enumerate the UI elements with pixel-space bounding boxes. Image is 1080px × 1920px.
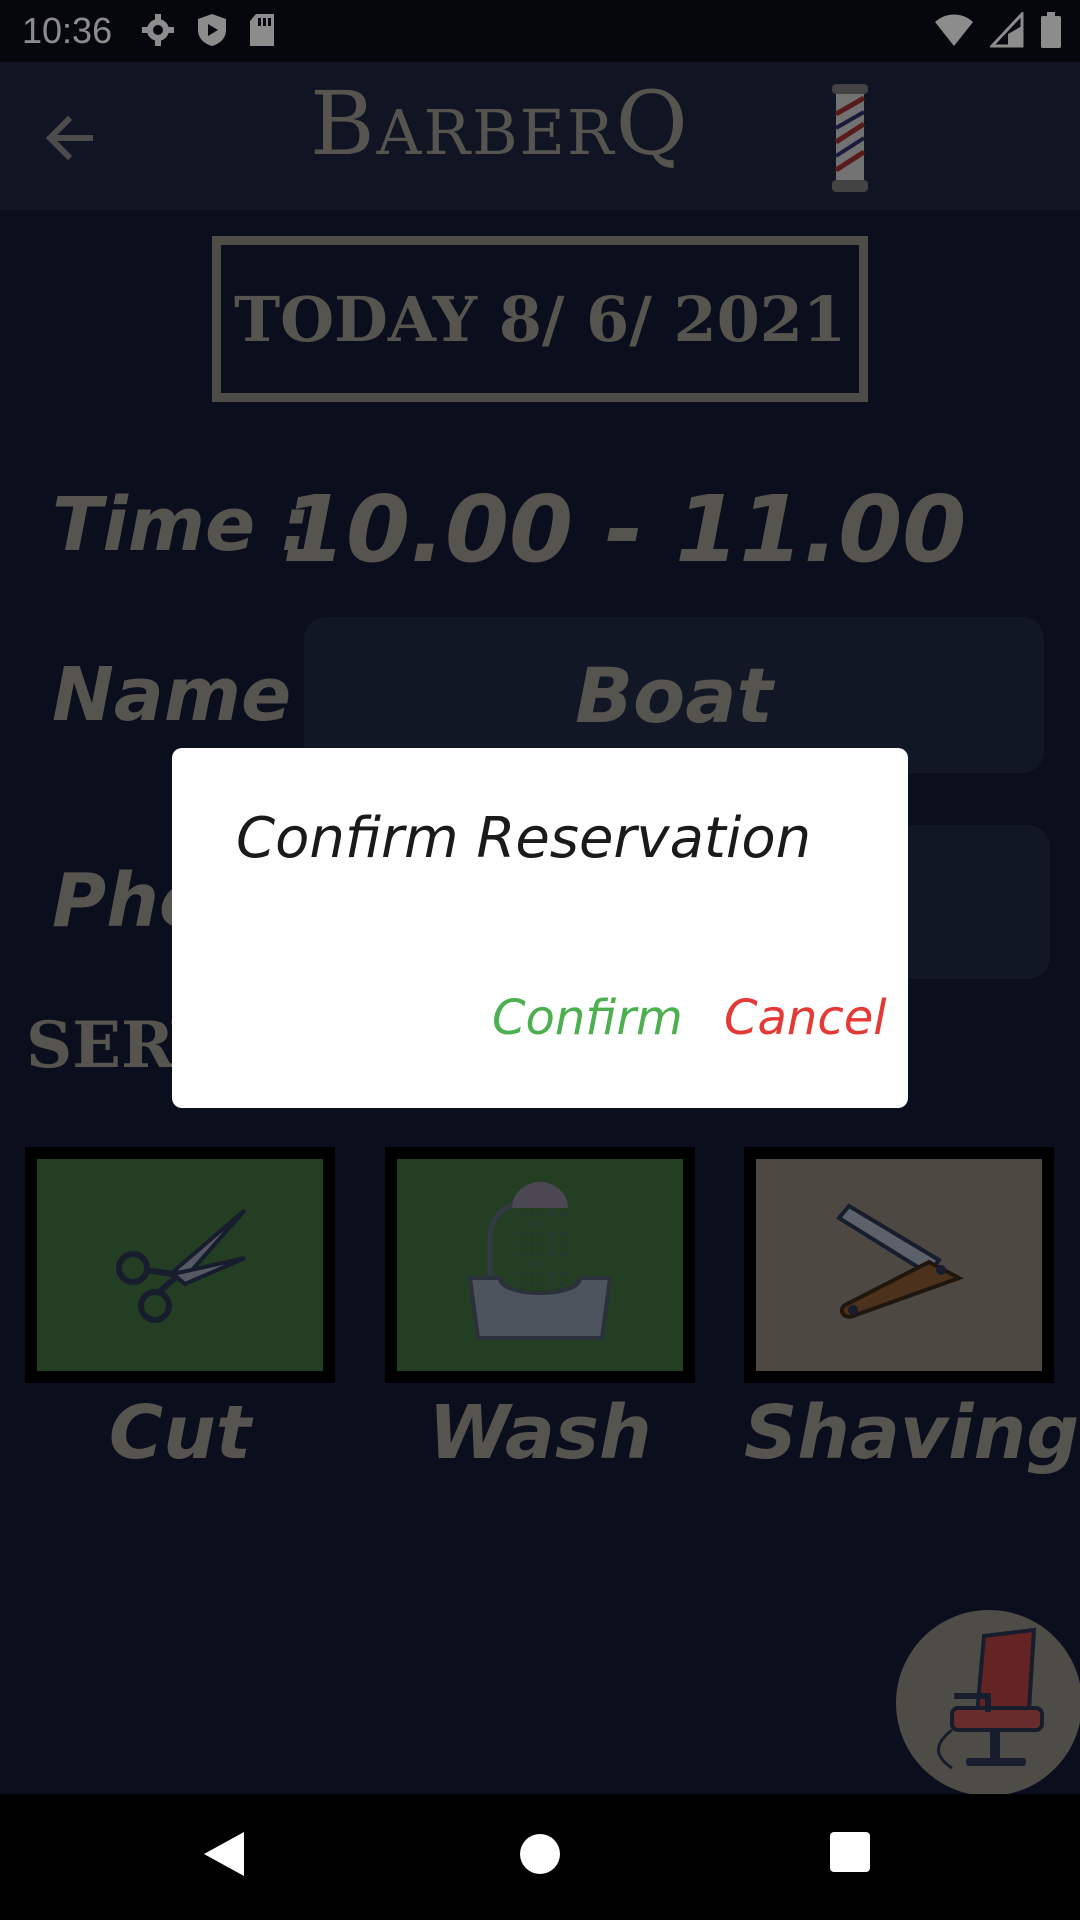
- cancel-button[interactable]: Cancel: [724, 990, 887, 1046]
- navigation-bar: [0, 1794, 1080, 1920]
- confirm-button[interactable]: Confirm: [492, 990, 683, 1046]
- nav-recents-icon[interactable]: [830, 1832, 870, 1872]
- nav-back-icon[interactable]: [202, 1830, 246, 1882]
- dialog-title: Confirm Reservation: [236, 806, 812, 871]
- confirm-dialog: Confirm Reservation Confirm Cancel: [172, 748, 908, 1108]
- nav-home-icon[interactable]: [520, 1834, 560, 1874]
